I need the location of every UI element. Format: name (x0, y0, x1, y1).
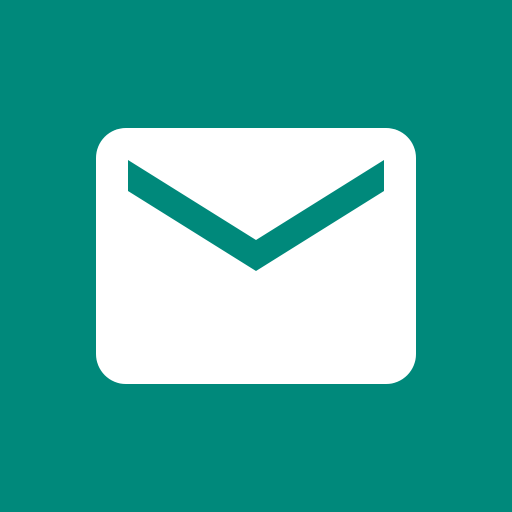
mail-icon (96, 128, 416, 384)
mail-app-icon[interactable] (0, 0, 512, 512)
